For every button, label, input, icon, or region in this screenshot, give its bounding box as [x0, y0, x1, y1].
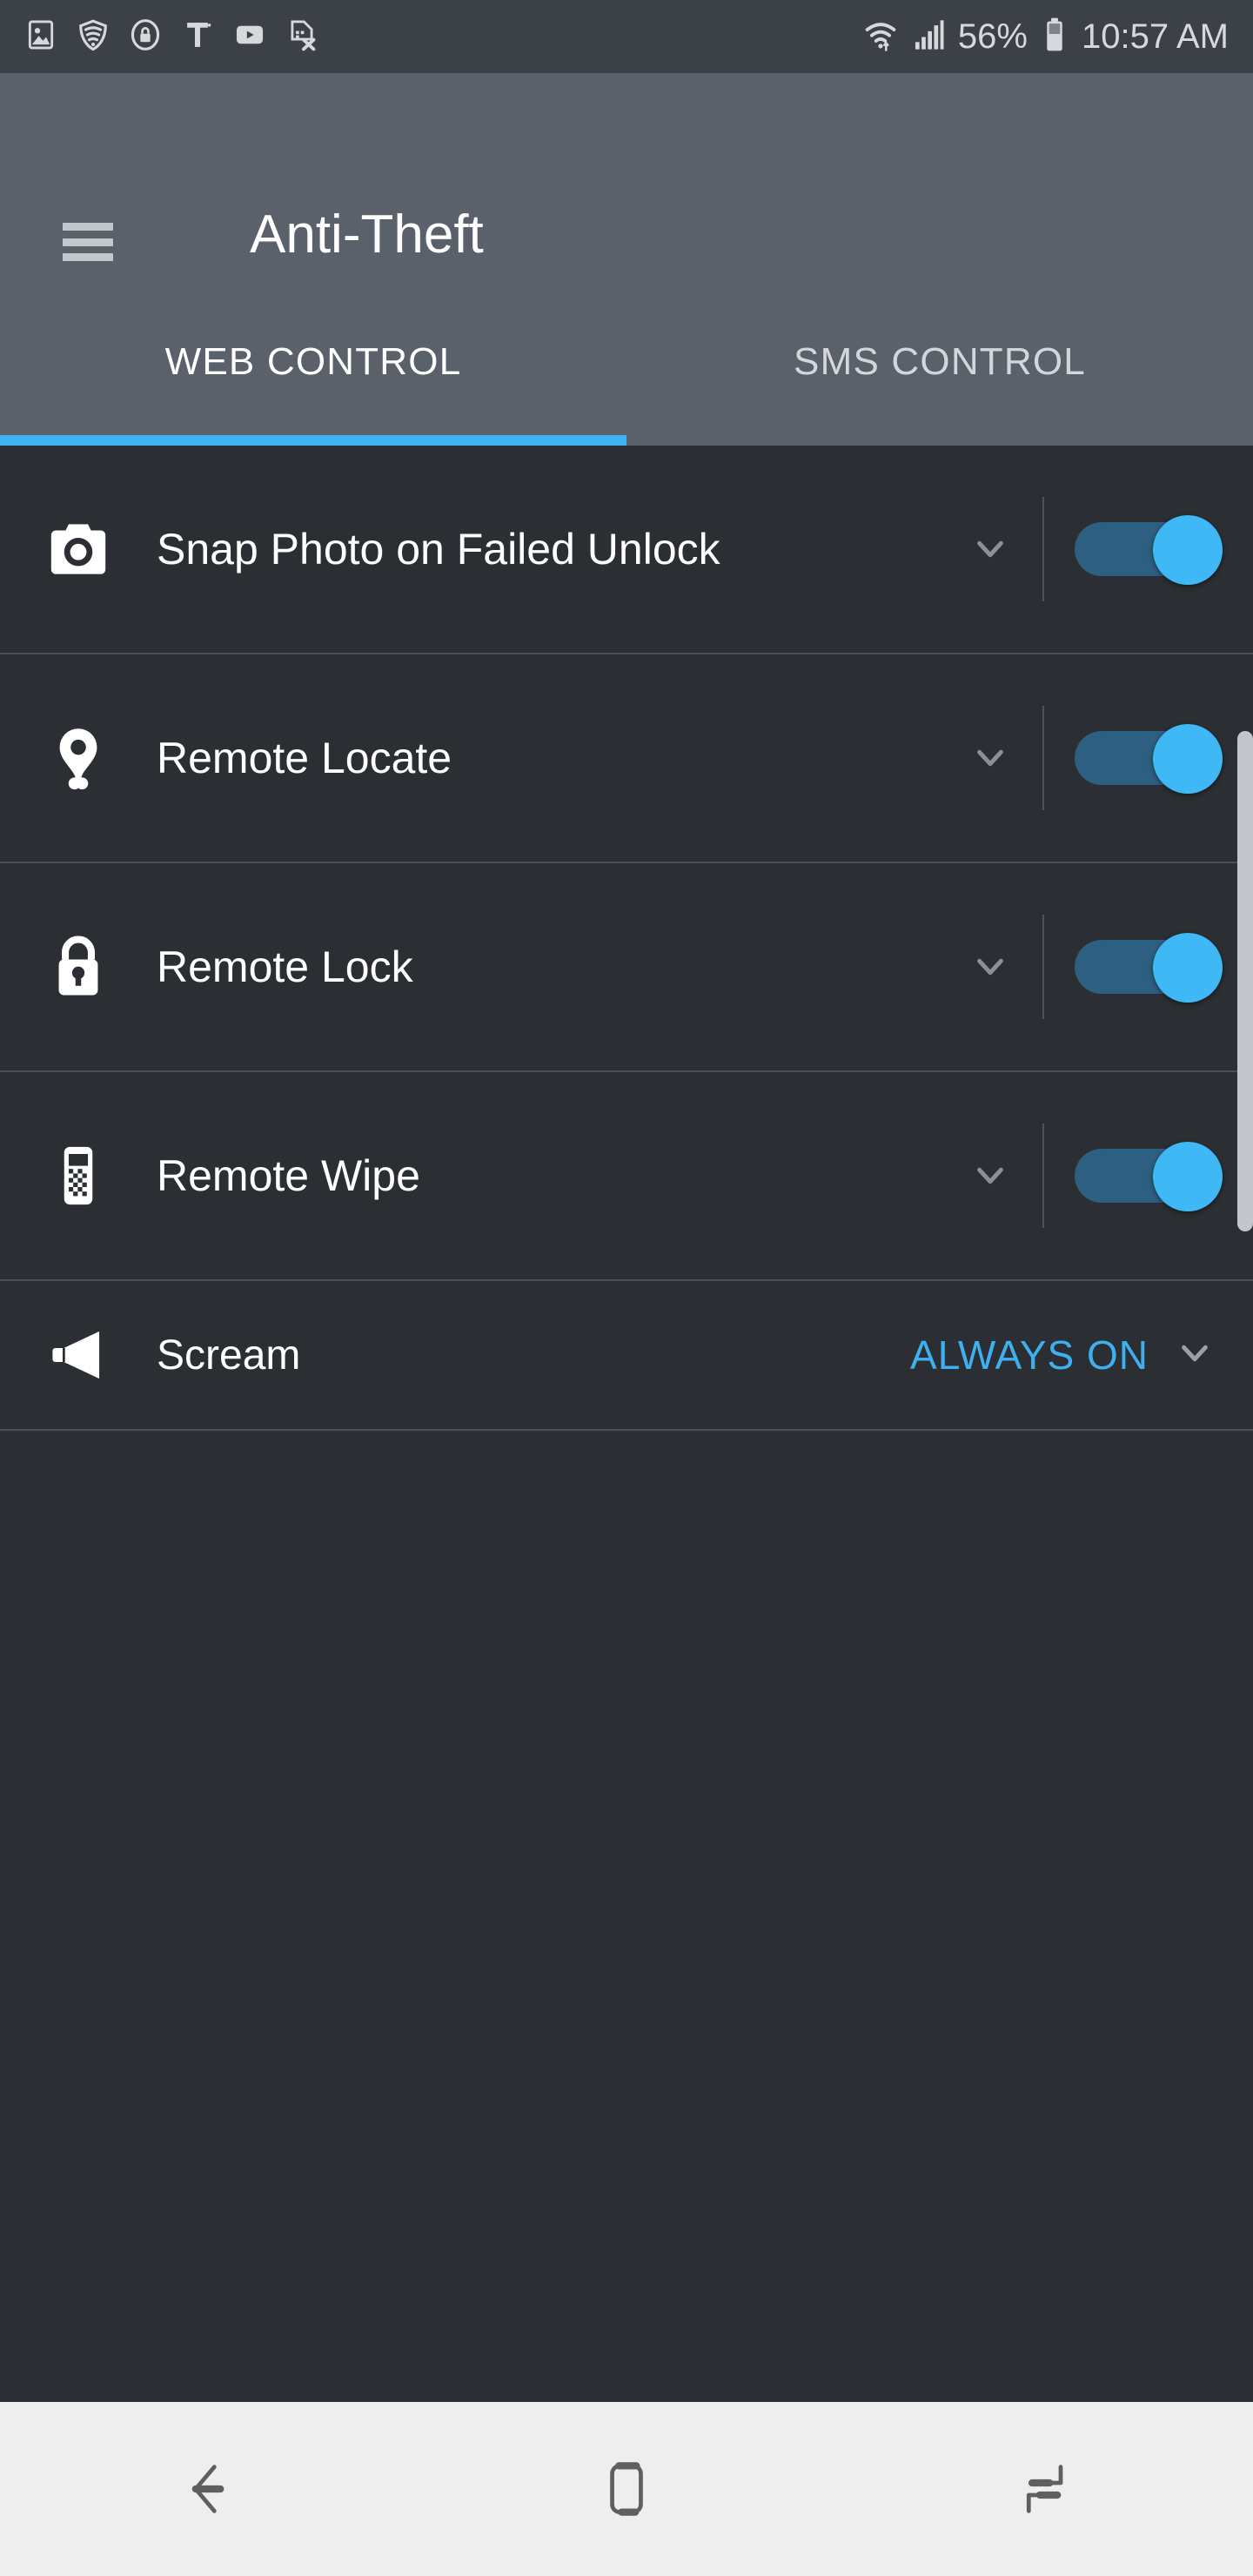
list-item-remote-wipe[interactable]: Remote Wipe	[0, 1072, 1253, 1281]
list-item-label: Remote Lock	[157, 943, 413, 991]
image-icon	[24, 18, 57, 56]
tab-sms-control[interactable]: SMS CONTROL	[626, 304, 1253, 446]
tab-sms-control-label: SMS CONTROL	[794, 340, 1086, 383]
vpn-shield-icon	[77, 18, 110, 56]
toggle-switch[interactable]	[1075, 515, 1223, 585]
chevron-down-icon[interactable]	[938, 735, 1042, 782]
tab-bar: WEB CONTROL SMS CONTROL	[0, 304, 1253, 446]
chevron-down-icon[interactable]	[938, 526, 1042, 573]
toggle-remote-lock[interactable]	[1044, 933, 1253, 1003]
battery-percent-label: 56%	[957, 17, 1028, 56]
list-item-label: Snap Photo on Failed Unlock	[157, 525, 720, 574]
hamburger-line	[63, 253, 113, 261]
hamburger-line	[63, 223, 113, 231]
list-item-label: Remote Locate	[157, 734, 452, 782]
status-bar: 56% 10:57 AM	[0, 0, 1253, 73]
list-item-remote-locate[interactable]: Remote Locate	[0, 654, 1253, 863]
sim-card-error-icon	[285, 18, 318, 56]
battery-icon	[1040, 17, 1069, 57]
status-badge: ALWAYS ON	[910, 1332, 1149, 1378]
padlock-icon	[0, 933, 157, 1001]
chevron-down-icon[interactable]	[938, 943, 1042, 990]
camera-icon	[0, 515, 157, 583]
toggle-thumb	[1153, 933, 1223, 1003]
list-item-snap-photo-on-failed-unlock[interactable]: Snap Photo on Failed Unlock	[0, 446, 1253, 654]
scream-status-control[interactable]: ALWAYS ON	[910, 1330, 1253, 1381]
status-bar-right-icons: 56% 10:57 AM	[862, 17, 1229, 57]
phone-screen: 56% 10:57 AM Anti-Theft WEB CONTROL SMS …	[0, 0, 1253, 2576]
cellular-signal-icon	[911, 17, 946, 57]
toggle-snap-photo-on-failed-unlock[interactable]	[1044, 515, 1253, 585]
megaphone-icon	[0, 1323, 157, 1387]
back-button[interactable]	[0, 2402, 418, 2576]
toggle-switch[interactable]	[1075, 724, 1223, 794]
list-item-label: Scream	[157, 1332, 301, 1379]
menu-button[interactable]	[63, 223, 113, 261]
list-item-remote-lock[interactable]: Remote Lock	[0, 863, 1253, 1072]
tab-web-control[interactable]: WEB CONTROL	[0, 304, 626, 446]
toggle-thumb	[1153, 1142, 1223, 1211]
phone-wipe-icon	[0, 1142, 157, 1210]
clock-label: 10:57 AM	[1081, 17, 1229, 56]
recents-button[interactable]	[835, 2402, 1253, 2576]
tab-web-control-label: WEB CONTROL	[164, 340, 462, 383]
feature-list: Snap Photo on Failed Unlock Remote Locat…	[0, 446, 1253, 2402]
lock-circle-icon	[129, 18, 162, 56]
list-item-scream[interactable]: Scream ALWAYS ON	[0, 1281, 1253, 1431]
home-button[interactable]	[418, 2402, 835, 2576]
youtube-icon	[233, 18, 266, 56]
scrollbar-thumb[interactable]	[1237, 731, 1253, 1231]
toggle-thumb	[1153, 724, 1223, 794]
system-navigation-bar	[0, 2402, 1253, 2576]
t-mobile-icon	[181, 18, 214, 56]
wifi-icon	[862, 17, 899, 57]
tab-active-indicator	[0, 435, 626, 446]
toggle-switch[interactable]	[1075, 933, 1223, 1003]
chevron-down-icon[interactable]	[1171, 1330, 1218, 1381]
map-pin-icon	[0, 724, 157, 792]
app-bar: Anti-Theft	[0, 73, 1253, 304]
toggle-remote-locate[interactable]	[1044, 724, 1253, 794]
hamburger-line	[63, 238, 113, 246]
toggle-thumb	[1153, 515, 1223, 585]
chevron-down-icon[interactable]	[938, 1152, 1042, 1199]
list-item-label: Remote Wipe	[157, 1151, 420, 1200]
toggle-switch[interactable]	[1075, 1142, 1223, 1211]
status-bar-left-icons	[24, 18, 318, 56]
toggle-remote-wipe[interactable]	[1044, 1142, 1253, 1211]
page-title: Anti-Theft	[250, 205, 484, 265]
